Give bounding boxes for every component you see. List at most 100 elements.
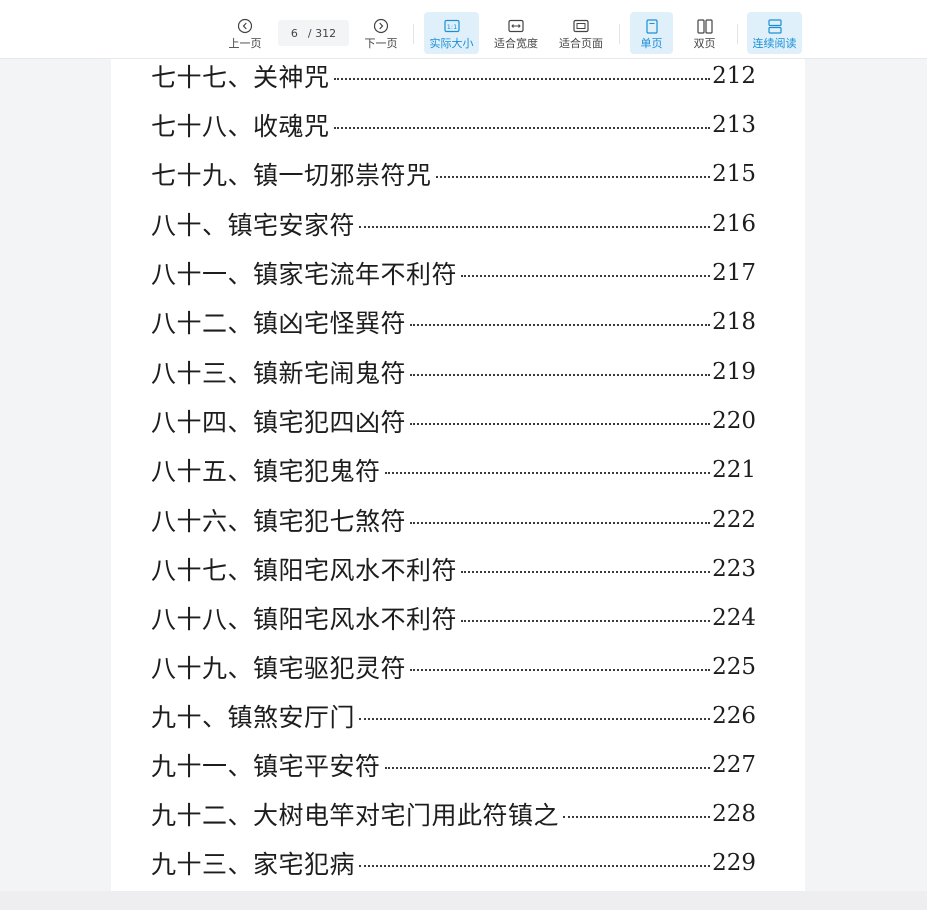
prev-page-label: 上一页 <box>228 37 262 50</box>
toc-entry-page: 220 <box>712 408 756 434</box>
continuous-reading-label: 连续阅读 <box>752 37 797 50</box>
toc-entry-title: 八十四、镇宅犯四凶符 <box>151 408 407 437</box>
svg-text:1:1: 1:1 <box>446 23 456 31</box>
toc-entry-page: 217 <box>712 260 756 286</box>
toc-entry: 八十八、镇阳宅风水不利符 224 <box>151 603 756 634</box>
fit-width-button[interactable]: 适合宽度 <box>490 12 542 54</box>
toc-leader-dots <box>333 127 711 129</box>
fit-page-icon <box>573 18 589 34</box>
toc-entry-title: 七十八、收魂咒 <box>151 112 330 141</box>
chevron-left-circle-icon <box>237 18 253 34</box>
toc-entry-page: 223 <box>712 556 756 582</box>
toc-entry-title: 九十一、镇宅平安符 <box>151 752 381 781</box>
actual-size-button[interactable]: 1:1 实际大小 <box>424 12 479 54</box>
double-page-label: 双页 <box>693 37 716 50</box>
toc-leader-dots <box>359 718 711 720</box>
toc-entry: 九十、镇煞安厅门 226 <box>151 701 756 732</box>
toc-entry-page: 229 <box>712 850 756 876</box>
page-total: / 312 <box>307 26 337 40</box>
toc-leader-dots <box>384 472 711 474</box>
toc-entry-page: 216 <box>712 211 756 237</box>
toc-leader-dots <box>410 324 711 326</box>
toc-entry: 八十一、镇家宅流年不利符 217 <box>151 258 756 289</box>
toc-entry: 八十九、镇宅驱犯灵符 225 <box>151 652 756 683</box>
toc-entry: 八十、镇宅安家符 216 <box>151 209 756 240</box>
toc-entry-title: 九十三、家宅犯病 <box>151 850 356 879</box>
toc-entry-title: 七十七、关神咒 <box>151 63 330 92</box>
toc-entry-page: 226 <box>712 703 756 729</box>
single-page-label: 单页 <box>640 37 663 50</box>
chevron-right-circle-icon <box>373 18 389 34</box>
toc-entry: 八十四、镇宅犯四凶符 220 <box>151 406 756 437</box>
continuous-reading-button[interactable]: 连续阅读 <box>747 12 802 54</box>
toc-entry-page: 227 <box>712 752 756 778</box>
toc-entry-title: 八十七、镇阳宅风水不利符 <box>151 556 458 585</box>
toc-entry-title: 九十二、大树电竿对宅门用此符镇之 <box>151 801 560 830</box>
toc-entry-title: 八十九、镇宅驱犯灵符 <box>151 654 407 683</box>
single-page-icon <box>645 18 659 34</box>
toc-entry-title: 八十五、镇宅犯鬼符 <box>151 457 381 486</box>
toc-leader-dots <box>461 571 711 573</box>
toc-leader-dots <box>410 423 711 425</box>
toc-entry: 八十六、镇宅犯七煞符 222 <box>151 505 756 536</box>
toc-leader-dots <box>435 176 711 178</box>
toc-entry-title: 八十一、镇家宅流年不利符 <box>151 260 458 289</box>
toc-entry: 八十三、镇新宅闹鬼符 219 <box>151 357 756 388</box>
toc-entry-page: 221 <box>712 457 756 483</box>
toc-entry-page: 222 <box>712 507 756 533</box>
toc-entry-page: 218 <box>712 309 756 335</box>
toc-entry-page: 219 <box>712 359 756 385</box>
document-page: 七十七、关神咒 212 七十八、收魂咒 213 七十九、镇一切邪祟符咒 215 八十、镇宅安… <box>111 59 805 891</box>
toc-entry: 八十五、镇宅犯鬼符 221 <box>151 455 756 486</box>
toc-entry: 七十八、收魂咒 213 <box>151 110 756 141</box>
next-page-label: 下一页 <box>364 37 398 50</box>
toc-entry: 九十二、大树电竿对宅门用此符镇之 228 <box>151 799 756 830</box>
toc-entry-title: 八十三、镇新宅闹鬼符 <box>151 359 407 388</box>
toc-leader-dots <box>359 226 711 228</box>
toc-entry: 七十七、关神咒 212 <box>151 61 756 92</box>
fit-page-label: 适合页面 <box>559 37 603 50</box>
prev-page-button[interactable]: 上一页 <box>224 12 266 54</box>
toc-leader-dots <box>333 78 711 80</box>
toolbar-divider <box>737 24 738 44</box>
fit-width-label: 适合宽度 <box>494 37 538 50</box>
toc-entry-title: 九十、镇煞安厅门 <box>151 703 356 732</box>
fit-page-button[interactable]: 适合页面 <box>555 12 607 54</box>
actual-size-label: 实际大小 <box>429 37 474 50</box>
toc-entry-page: 215 <box>712 161 756 187</box>
toc-entry-page: 224 <box>712 605 756 631</box>
toc-leader-dots <box>410 669 711 671</box>
toc-entry: 八十七、镇阳宅风水不利符 223 <box>151 554 756 585</box>
toc-entry-title: 七十九、镇一切邪祟符咒 <box>151 161 432 190</box>
page-number-input[interactable]: 6 <box>291 27 298 40</box>
toc-leader-dots <box>410 374 711 376</box>
toc-entry: 八十二、镇凶宅怪巽符 218 <box>151 307 756 338</box>
toc-leader-dots <box>359 865 711 867</box>
reader-toolbar: 上一页 6 / 312 下一页 1:1 实际大小 适合宽度 适合页面 单页 双页… <box>0 0 927 59</box>
toc-leader-dots <box>563 816 711 818</box>
toc-entry-page: 213 <box>712 112 756 138</box>
continuous-reading-icon <box>767 18 783 34</box>
fit-width-icon <box>508 18 524 34</box>
double-page-button[interactable]: 双页 <box>683 12 726 54</box>
double-page-icon <box>696 18 713 34</box>
toc-leader-dots <box>384 767 711 769</box>
toc-entry: 九十一、镇宅平安符 227 <box>151 750 756 781</box>
toc-entry-page: 212 <box>712 63 756 89</box>
toc-entry: 九十三、家宅犯病 229 <box>151 848 756 879</box>
next-page-button[interactable]: 下一页 <box>360 12 402 54</box>
toc-leader-dots <box>461 620 711 622</box>
page-indicator[interactable]: 6 / 312 <box>278 20 349 46</box>
toc-entry-title: 八十、镇宅安家符 <box>151 211 356 240</box>
toolbar-divider <box>619 24 620 44</box>
toc-entry-title: 八十八、镇阳宅风水不利符 <box>151 605 458 634</box>
toc-entry-page: 225 <box>712 654 756 680</box>
toc-entry-title: 八十二、镇凶宅怪巽符 <box>151 309 407 338</box>
toc-leader-dots <box>410 522 711 524</box>
single-page-button[interactable]: 单页 <box>630 12 673 54</box>
actual-size-icon: 1:1 <box>443 18 460 34</box>
toc-entry: 七十九、镇一切邪祟符咒 215 <box>151 159 756 190</box>
toc-leader-dots <box>461 275 711 277</box>
horizontal-scrollbar[interactable] <box>0 891 927 910</box>
toolbar-divider <box>413 24 414 44</box>
